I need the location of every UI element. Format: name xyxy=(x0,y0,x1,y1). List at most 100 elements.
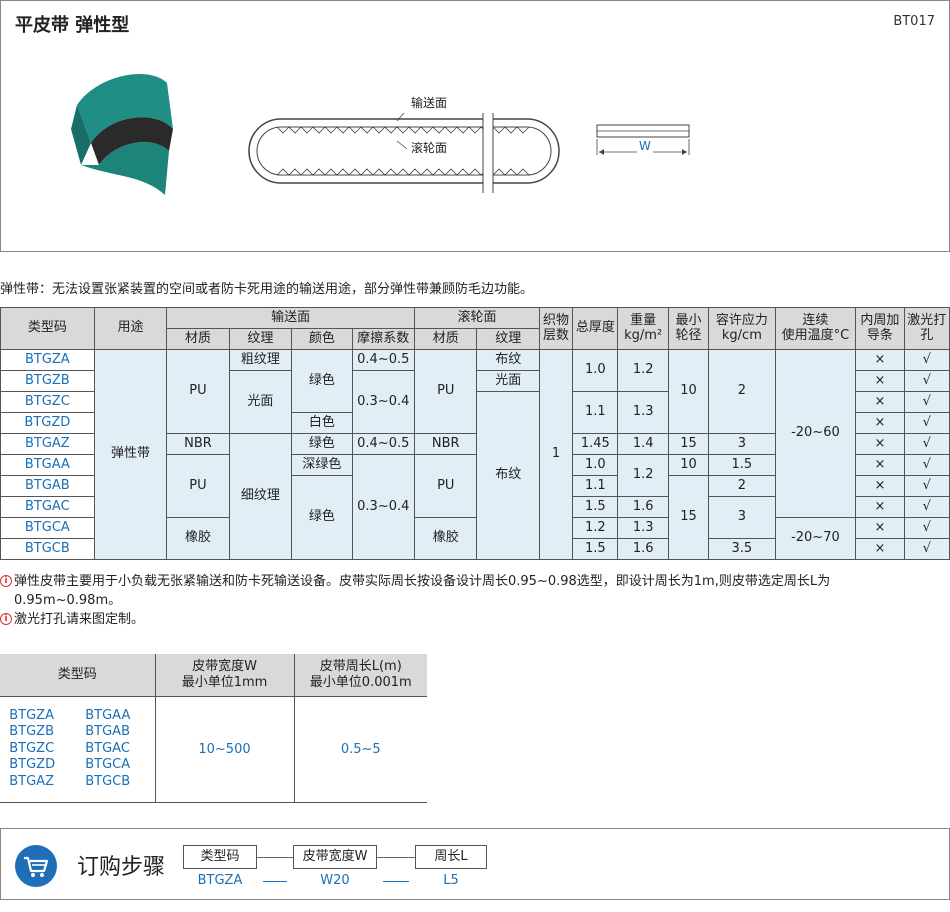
type-code[interactable]: BTGCA xyxy=(85,757,145,774)
material-cell: PU xyxy=(166,349,230,434)
header-laser: 激光打孔 xyxy=(903,307,950,350)
header-roller: 滚轮面 xyxy=(414,307,540,329)
type-code-cell[interactable]: BTGAC xyxy=(0,496,95,518)
header-type-code: 类型码 xyxy=(0,654,156,697)
type-code-cell[interactable]: BTGCB xyxy=(0,538,95,560)
color-cell: 绿色 xyxy=(291,475,353,560)
type-code-cell[interactable]: BTGZC xyxy=(0,391,95,413)
type-code[interactable]: BTGCB xyxy=(85,774,145,791)
table-row: BTGZA 弹性带 PU 粗纹理 绿色 0.4~0.5 PU 布纹 1 1.0 … xyxy=(0,349,950,560)
laser-cell: √ xyxy=(903,433,950,455)
type-code-cell[interactable]: BTGZD xyxy=(0,412,95,434)
stress-cell: 3 xyxy=(708,433,776,455)
laser-cell: √ xyxy=(903,496,950,518)
laser-cell: √ xyxy=(903,349,950,371)
laser-cell: √ xyxy=(903,538,950,560)
color-cell: 深绿色 xyxy=(291,454,353,476)
type-code[interactable]: BTGAB xyxy=(85,724,145,741)
label-width: W xyxy=(637,139,653,153)
belt-photo xyxy=(71,74,173,195)
step-value-width: W20 xyxy=(320,873,350,888)
weight-cell: 1.2 xyxy=(617,349,669,392)
weight-cell: 1.6 xyxy=(617,496,669,518)
type-code[interactable]: BTGAA xyxy=(85,708,145,725)
guide-cell: × xyxy=(855,412,905,434)
step-type-code: 类型码 xyxy=(183,845,257,869)
laser-cell: √ xyxy=(903,517,950,539)
type-code-cell[interactable]: BTGAB xyxy=(0,475,95,497)
friction-cell: 0.3~0.4 xyxy=(351,370,416,434)
step-connector xyxy=(257,857,293,858)
subheader-texture: 纹理 xyxy=(228,328,293,350)
header-min-pulley: 最小轮径 xyxy=(667,307,710,350)
step-belt-width: 皮带宽度W xyxy=(293,845,377,869)
subheader-roller-material: 材质 xyxy=(414,328,478,350)
type-code[interactable]: BTGAZ xyxy=(9,774,85,791)
type-code-cell[interactable]: BTGZB xyxy=(0,370,95,392)
thickness-cell: 1.1 xyxy=(572,391,619,434)
min-pulley-cell: 15 xyxy=(667,475,710,560)
step-connector xyxy=(377,857,415,858)
texture-cell: 光面 xyxy=(228,370,293,434)
friction-cell: 0.3~0.4 xyxy=(351,454,416,560)
length-range: 0.5~5 xyxy=(294,696,427,803)
material-cell: NBR xyxy=(166,433,230,455)
friction-cell: 0.4~0.5 xyxy=(351,349,416,371)
type-code[interactable]: BTGAC xyxy=(85,741,145,758)
description-text: 弹性带：无法设置张紧装置的空间或者防卡死用途的输送用途，部分弹性带兼顾防毛边功能… xyxy=(0,282,534,297)
belt-profile-diagram xyxy=(248,113,560,193)
guide-cell: × xyxy=(855,496,905,518)
stress-cell: 2 xyxy=(708,475,776,497)
header-guide: 内周加导条 xyxy=(855,307,905,350)
note-item: i 激光打孔请来图定制。 xyxy=(0,610,830,629)
type-code-cell[interactable]: BTGAZ xyxy=(0,433,95,455)
type-code[interactable]: BTGZC xyxy=(9,741,85,758)
header-layers: 织物层数 xyxy=(538,307,574,350)
min-pulley-cell: 10 xyxy=(667,349,710,434)
notes-section: i 弹性皮带主要用于小负载无张紧输送和防卡死输送设备。皮带实际周长按设备设计周长… xyxy=(0,572,830,629)
type-code[interactable]: BTGZB xyxy=(9,724,85,741)
material-cell: PU xyxy=(166,454,230,518)
subheader-friction: 摩擦系数 xyxy=(351,328,416,350)
type-code[interactable]: BTGZA xyxy=(9,708,85,725)
thickness-cell: 1.45 xyxy=(572,433,619,455)
thickness-cell: 1.5 xyxy=(572,538,619,560)
note-text: 激光打孔请来图定制。 xyxy=(14,612,145,627)
temp-cell: -20~70 xyxy=(774,517,857,560)
label-roller-surface: 滚轮面 xyxy=(411,141,448,155)
product-code: BT017 xyxy=(893,14,935,29)
layers-cell: 1 xyxy=(538,349,574,560)
guide-cell: × xyxy=(855,433,905,455)
texture-cell: 细纹理 xyxy=(228,433,293,560)
header-temp: 连续 使用温度°C xyxy=(774,307,857,350)
guide-cell: × xyxy=(855,517,905,539)
guide-cell: × xyxy=(855,370,905,392)
laser-cell: √ xyxy=(903,412,950,434)
type-code[interactable]: BTGZD xyxy=(9,757,85,774)
min-pulley-cell: 15 xyxy=(667,433,710,455)
thickness-cell: 1.5 xyxy=(572,496,619,518)
temp-cell: -20~60 xyxy=(774,349,857,518)
type-code-list: BTGZA BTGAA BTGZB BTGAB BTGZC BTGAC BTGZ… xyxy=(0,696,156,803)
info-icon: i xyxy=(0,613,12,625)
laser-cell: √ xyxy=(903,454,950,476)
guide-cell: × xyxy=(855,391,905,413)
usage-cell: 弹性带 xyxy=(93,349,168,560)
type-code-cell[interactable]: BTGAA xyxy=(0,454,95,476)
order-steps-panel: 订购步骤 类型码 皮带宽度W 周长L BTGZA W20 L5 xyxy=(0,828,950,900)
shopping-cart-icon xyxy=(15,845,57,887)
header-weight: 重量 kg/m² xyxy=(617,307,669,350)
page-title: 平皮带 弹性型 xyxy=(15,15,130,36)
roller-material-cell: PU xyxy=(414,454,478,518)
header-conveying: 输送面 xyxy=(166,307,416,329)
weight-cell: 1.3 xyxy=(617,517,669,539)
min-pulley-cell: 10 xyxy=(667,454,710,476)
step-belt-length: 周长L xyxy=(415,845,487,869)
type-code-cell[interactable]: BTGZA xyxy=(0,349,95,371)
laser-cell: √ xyxy=(903,391,950,413)
stress-cell: 2 xyxy=(708,349,776,434)
weight-cell: 1.6 xyxy=(617,538,669,560)
type-code-cell[interactable]: BTGCA xyxy=(0,517,95,539)
spec-table: 类型码 用途 输送面 滚轮面 织物层数 总厚度 重量 kg/m² 最小轮径 容许应… xyxy=(0,307,950,560)
color-cell: 白色 xyxy=(291,412,353,434)
